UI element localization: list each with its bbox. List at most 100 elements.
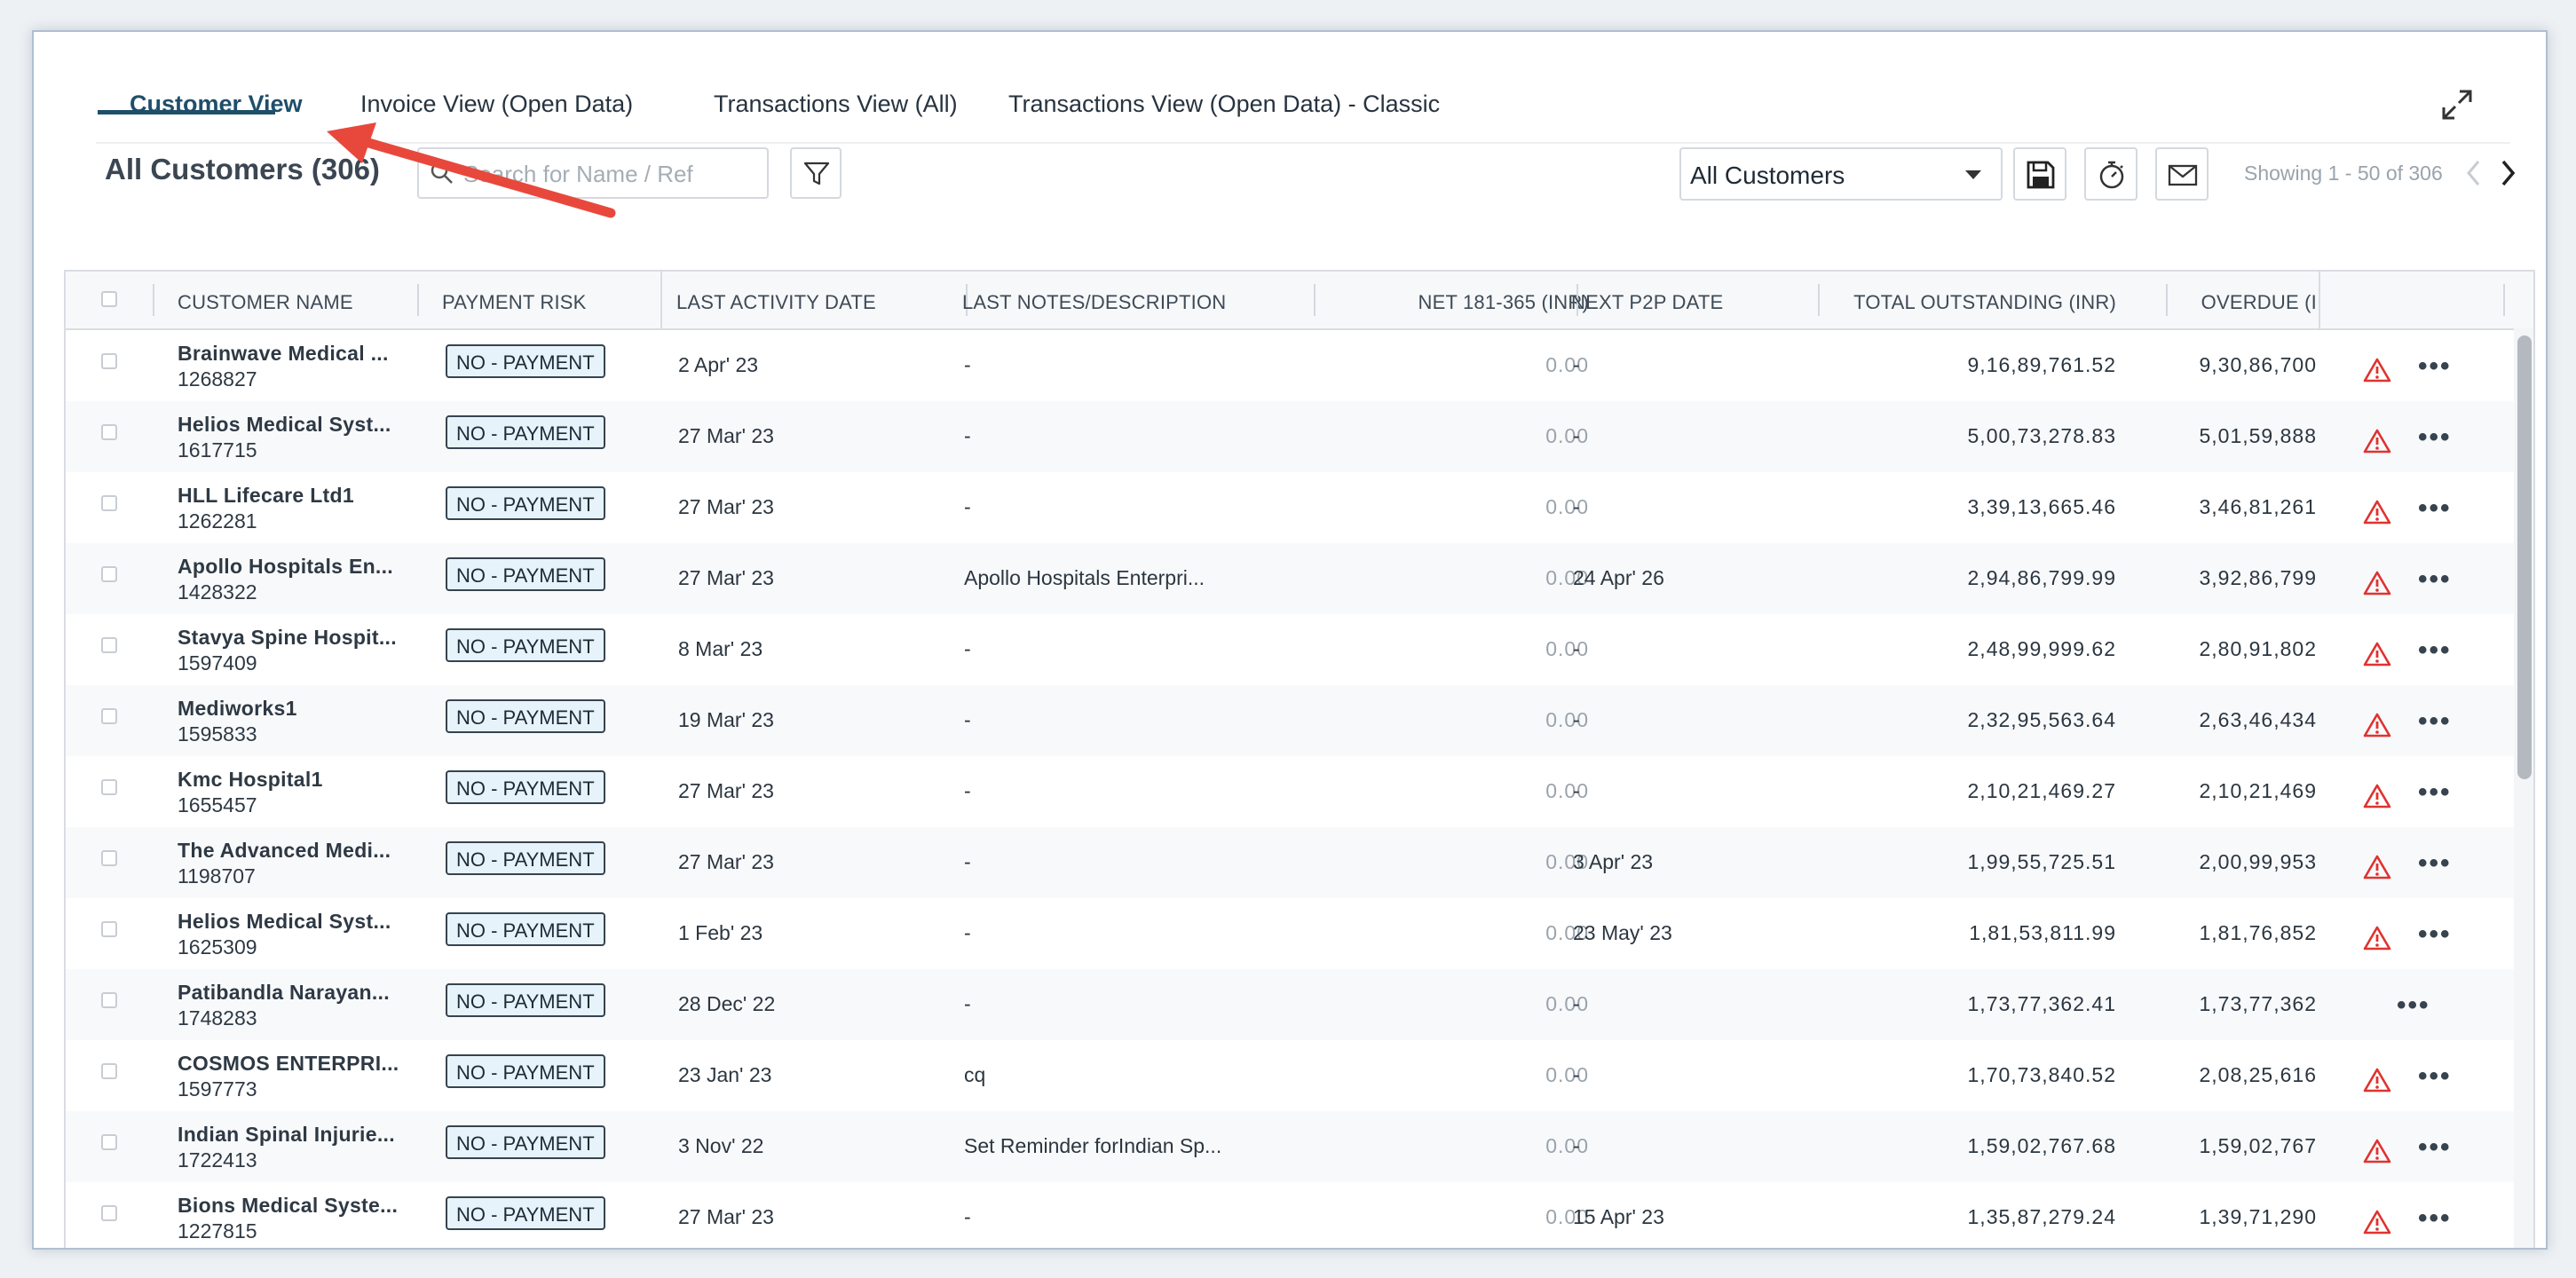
more-options-icon[interactable]: ••• [2418, 706, 2452, 737]
row-checkbox[interactable] [101, 992, 117, 1008]
more-options-icon[interactable]: ••• [2418, 919, 2452, 950]
email-button[interactable] [2155, 147, 2209, 201]
customer-name[interactable]: Brainwave Medical ... [178, 342, 389, 366]
customer-id: 1625309 [178, 935, 257, 958]
save-view-button[interactable] [2013, 147, 2066, 201]
alert-icon[interactable] [2363, 1209, 2391, 1235]
row-checkbox[interactable] [101, 708, 117, 724]
last-activity-date: 8 Mar' 23 [678, 637, 763, 660]
customer-name[interactable]: HLL Lifecare Ltd1 [178, 484, 354, 508]
last-notes: Apollo Hospitals Enterpri... [964, 566, 1205, 589]
tab-transactions-open-classic[interactable]: Transactions View (Open Data) - Classic [1008, 91, 1440, 118]
more-options-icon[interactable]: ••• [2418, 777, 2452, 808]
select-all-checkbox[interactable] [101, 291, 117, 307]
col-total-outstanding[interactable]: TOTAL OUTSTANDING (INR) [1841, 291, 2116, 314]
alert-icon[interactable] [2363, 357, 2391, 383]
table-row[interactable]: Stavya Spine Hospit... 1597409 NO - PAYM… [66, 614, 2533, 687]
last-notes: - [964, 850, 971, 873]
row-checkbox[interactable] [101, 921, 117, 937]
alert-icon[interactable] [2363, 499, 2391, 525]
alert-icon[interactable] [2363, 428, 2391, 454]
tab-invoice-view[interactable]: Invoice View (Open Data) [360, 91, 633, 118]
last-notes: - [964, 637, 971, 660]
table-scrollbar-thumb[interactable] [2517, 335, 2532, 779]
more-options-icon[interactable]: ••• [2418, 635, 2452, 666]
table-row[interactable]: Helios Medical Syst... 1625309 NO - PAYM… [66, 898, 2533, 971]
alert-icon[interactable] [2363, 854, 2391, 880]
table-row[interactable]: Apollo Hospitals En... 1428322 NO - PAYM… [66, 543, 2533, 616]
more-options-icon[interactable]: ••• [2418, 493, 2452, 524]
expand-icon[interactable] [2441, 89, 2473, 121]
alert-icon[interactable] [2363, 925, 2391, 951]
alert-icon[interactable] [2363, 1067, 2391, 1093]
row-checkbox[interactable] [101, 1205, 117, 1221]
customer-name[interactable]: Mediworks1 [178, 697, 297, 721]
customer-name[interactable]: Helios Medical Syst... [178, 910, 391, 934]
alert-icon[interactable] [2363, 783, 2391, 809]
table-row[interactable]: COSMOS ENTERPRI... 1597773 NO - PAYMENT … [66, 1040, 2533, 1113]
table-row[interactable]: The Advanced Medi... 1198707 NO - PAYMEN… [66, 827, 2533, 900]
more-options-icon[interactable]: ••• [2397, 990, 2430, 1021]
col-net-181-365[interactable]: NET 181-365 (INR) [1335, 291, 1589, 314]
filter-button[interactable] [790, 147, 842, 199]
customer-name[interactable]: Indian Spinal Injurie... [178, 1123, 395, 1147]
overdue-value: 3,46,81,261 [2199, 495, 2317, 518]
more-options-icon[interactable]: ••• [2418, 351, 2452, 382]
customer-name[interactable]: Apollo Hospitals En... [178, 555, 393, 579]
table-row[interactable]: Brainwave Medical ... 1268827 NO - PAYME… [66, 330, 2533, 403]
more-options-icon[interactable]: ••• [2418, 1061, 2452, 1092]
col-payment-risk[interactable]: PAYMENT RISK [442, 291, 587, 314]
overdue-value: 1,59,02,767 [2199, 1134, 2317, 1157]
col-customer-name[interactable]: CUSTOMER NAME [178, 291, 353, 314]
row-checkbox[interactable] [101, 1134, 117, 1150]
table-row[interactable]: Indian Spinal Injurie... 1722413 NO - PA… [66, 1111, 2533, 1184]
pagination-summary: Showing 1 - 50 of 306 [2244, 162, 2443, 185]
more-options-icon[interactable]: ••• [2418, 1132, 2452, 1163]
row-checkbox[interactable] [101, 353, 117, 369]
more-options-icon[interactable]: ••• [2418, 564, 2452, 595]
row-checkbox[interactable] [101, 637, 117, 653]
row-checkbox[interactable] [101, 1063, 117, 1079]
next-page-icon[interactable] [2500, 158, 2517, 193]
table-row[interactable]: HLL Lifecare Ltd1 1262281 NO - PAYMENT 2… [66, 472, 2533, 545]
last-notes: - [964, 424, 971, 447]
row-checkbox[interactable] [101, 850, 117, 866]
customer-name[interactable]: The Advanced Medi... [178, 839, 391, 863]
customer-name[interactable]: COSMOS ENTERPRI... [178, 1052, 399, 1076]
more-options-icon[interactable]: ••• [2418, 848, 2452, 879]
alert-icon[interactable] [2363, 1138, 2391, 1164]
row-checkbox[interactable] [101, 495, 117, 511]
customer-name[interactable]: Patibandla Narayan... [178, 981, 390, 1005]
alert-icon[interactable] [2363, 641, 2391, 667]
prev-page-icon[interactable] [2464, 158, 2482, 193]
col-next-p2p[interactable]: NEXT P2P DATE [1571, 291, 1723, 314]
table-row[interactable]: Patibandla Narayan... 1748283 NO - PAYME… [66, 969, 2533, 1042]
search-input[interactable] [462, 156, 758, 192]
customer-name[interactable]: Stavya Spine Hospit... [178, 626, 397, 650]
customer-name[interactable]: Bions Medical Syste... [178, 1194, 398, 1218]
reminder-button[interactable] [2084, 147, 2137, 201]
more-options-icon[interactable]: ••• [2418, 1203, 2452, 1234]
more-options-icon[interactable]: ••• [2418, 422, 2452, 453]
alert-icon[interactable] [2363, 712, 2391, 738]
alert-icon[interactable] [2363, 570, 2391, 596]
row-checkbox[interactable] [101, 424, 117, 440]
table-row[interactable]: Mediworks1 1595833 NO - PAYMENT 19 Mar' … [66, 685, 2533, 758]
net-181-365-value: 0.00 [1545, 1134, 1589, 1157]
last-activity-date: 27 Mar' 23 [678, 566, 774, 589]
table-row[interactable]: Bions Medical Syste... 1227815 NO - PAYM… [66, 1182, 2533, 1248]
table-row[interactable]: Kmc Hospital1 1655457 NO - PAYMENT 27 Ma… [66, 756, 2533, 829]
row-checkbox[interactable] [101, 566, 117, 582]
row-checkbox[interactable] [101, 779, 117, 795]
customer-view-select[interactable]: All Customers [1679, 147, 2003, 201]
tab-transactions-all[interactable]: Transactions View (All) [714, 91, 958, 118]
customer-name[interactable]: Kmc Hospital1 [178, 768, 323, 792]
net-181-365-value: 0.00 [1545, 850, 1589, 873]
customer-name[interactable]: Helios Medical Syst... [178, 413, 391, 437]
table-row[interactable]: Helios Medical Syst... 1617715 NO - PAYM… [66, 401, 2533, 474]
col-last-notes[interactable]: LAST NOTES/DESCRIPTION [962, 291, 1226, 314]
net-181-365-value: 0.00 [1545, 921, 1589, 944]
col-last-activity[interactable]: LAST ACTIVITY DATE [676, 291, 876, 314]
search-box[interactable] [417, 147, 769, 199]
col-overdue[interactable]: OVERDUE (I [2187, 291, 2317, 314]
